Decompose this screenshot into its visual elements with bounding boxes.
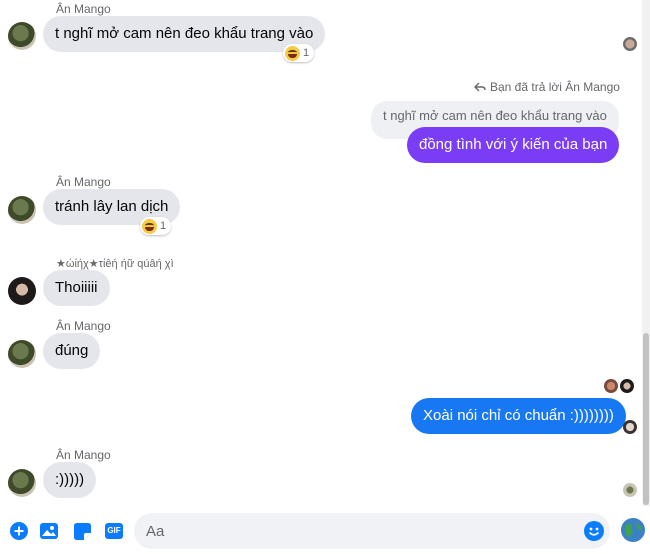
sender-name: Ân Mango	[56, 319, 111, 333]
reaction-badge[interactable]: 1	[283, 44, 315, 62]
message-bubble[interactable]: :)))))	[43, 462, 97, 498]
message-bubble-outgoing[interactable]: Xoài nói chỉ có chuẩn :))))))))	[411, 398, 626, 434]
scrollbar-thumb[interactable]	[643, 333, 649, 505]
sticker-icon[interactable]	[72, 521, 92, 541]
laughing-emoji-icon	[142, 218, 157, 234]
reaction-badge[interactable]: 1	[140, 217, 172, 235]
avatar[interactable]	[8, 22, 36, 50]
avatar[interactable]	[8, 340, 36, 368]
reply-arrow-icon	[474, 82, 486, 92]
image-icon[interactable]	[39, 521, 59, 541]
message-input[interactable]	[134, 513, 610, 549]
emoji-icon[interactable]	[584, 521, 604, 541]
message-bubble-outgoing[interactable]: đồng tình với ý kiến của bạn	[407, 127, 620, 163]
avatar[interactable]	[8, 469, 36, 497]
reaction-count: 1	[303, 47, 310, 59]
avatar[interactable]	[8, 196, 36, 224]
sender-name: Ân Mango	[56, 175, 111, 189]
avatar[interactable]	[8, 277, 36, 305]
seen-avatar	[623, 483, 637, 497]
sender-name: Ân Mango	[56, 2, 111, 16]
message-thread: Ân Mango t nghĩ mở cam nên đeo khẩu tran…	[0, 0, 638, 506]
message-bubble[interactable]: Thoiiiii	[43, 270, 110, 306]
seen-avatar	[604, 379, 618, 393]
reply-indicator: Bạn đã trả lời Ân Mango	[474, 80, 620, 94]
seen-avatar	[620, 379, 634, 393]
seen-avatar	[623, 420, 637, 434]
globe-emoji-icon[interactable]	[620, 517, 646, 543]
seen-avatar	[623, 37, 637, 51]
reply-note: Bạn đã trả lời Ân Mango	[490, 80, 620, 94]
reaction-count: 1	[160, 220, 167, 232]
message-bubble[interactable]: đúng	[43, 333, 101, 369]
sender-name: Ân Mango	[56, 448, 111, 462]
message-bubble[interactable]: t nghĩ mở cam nên đeo khẩu trang vào	[43, 16, 326, 52]
gif-icon[interactable]: GIF	[104, 521, 124, 541]
plus-circle-icon[interactable]	[9, 521, 29, 541]
sender-name: ★ώίήχ★τίêή ήữ qúâή χì	[56, 258, 174, 270]
laughing-emoji-icon	[285, 45, 300, 61]
